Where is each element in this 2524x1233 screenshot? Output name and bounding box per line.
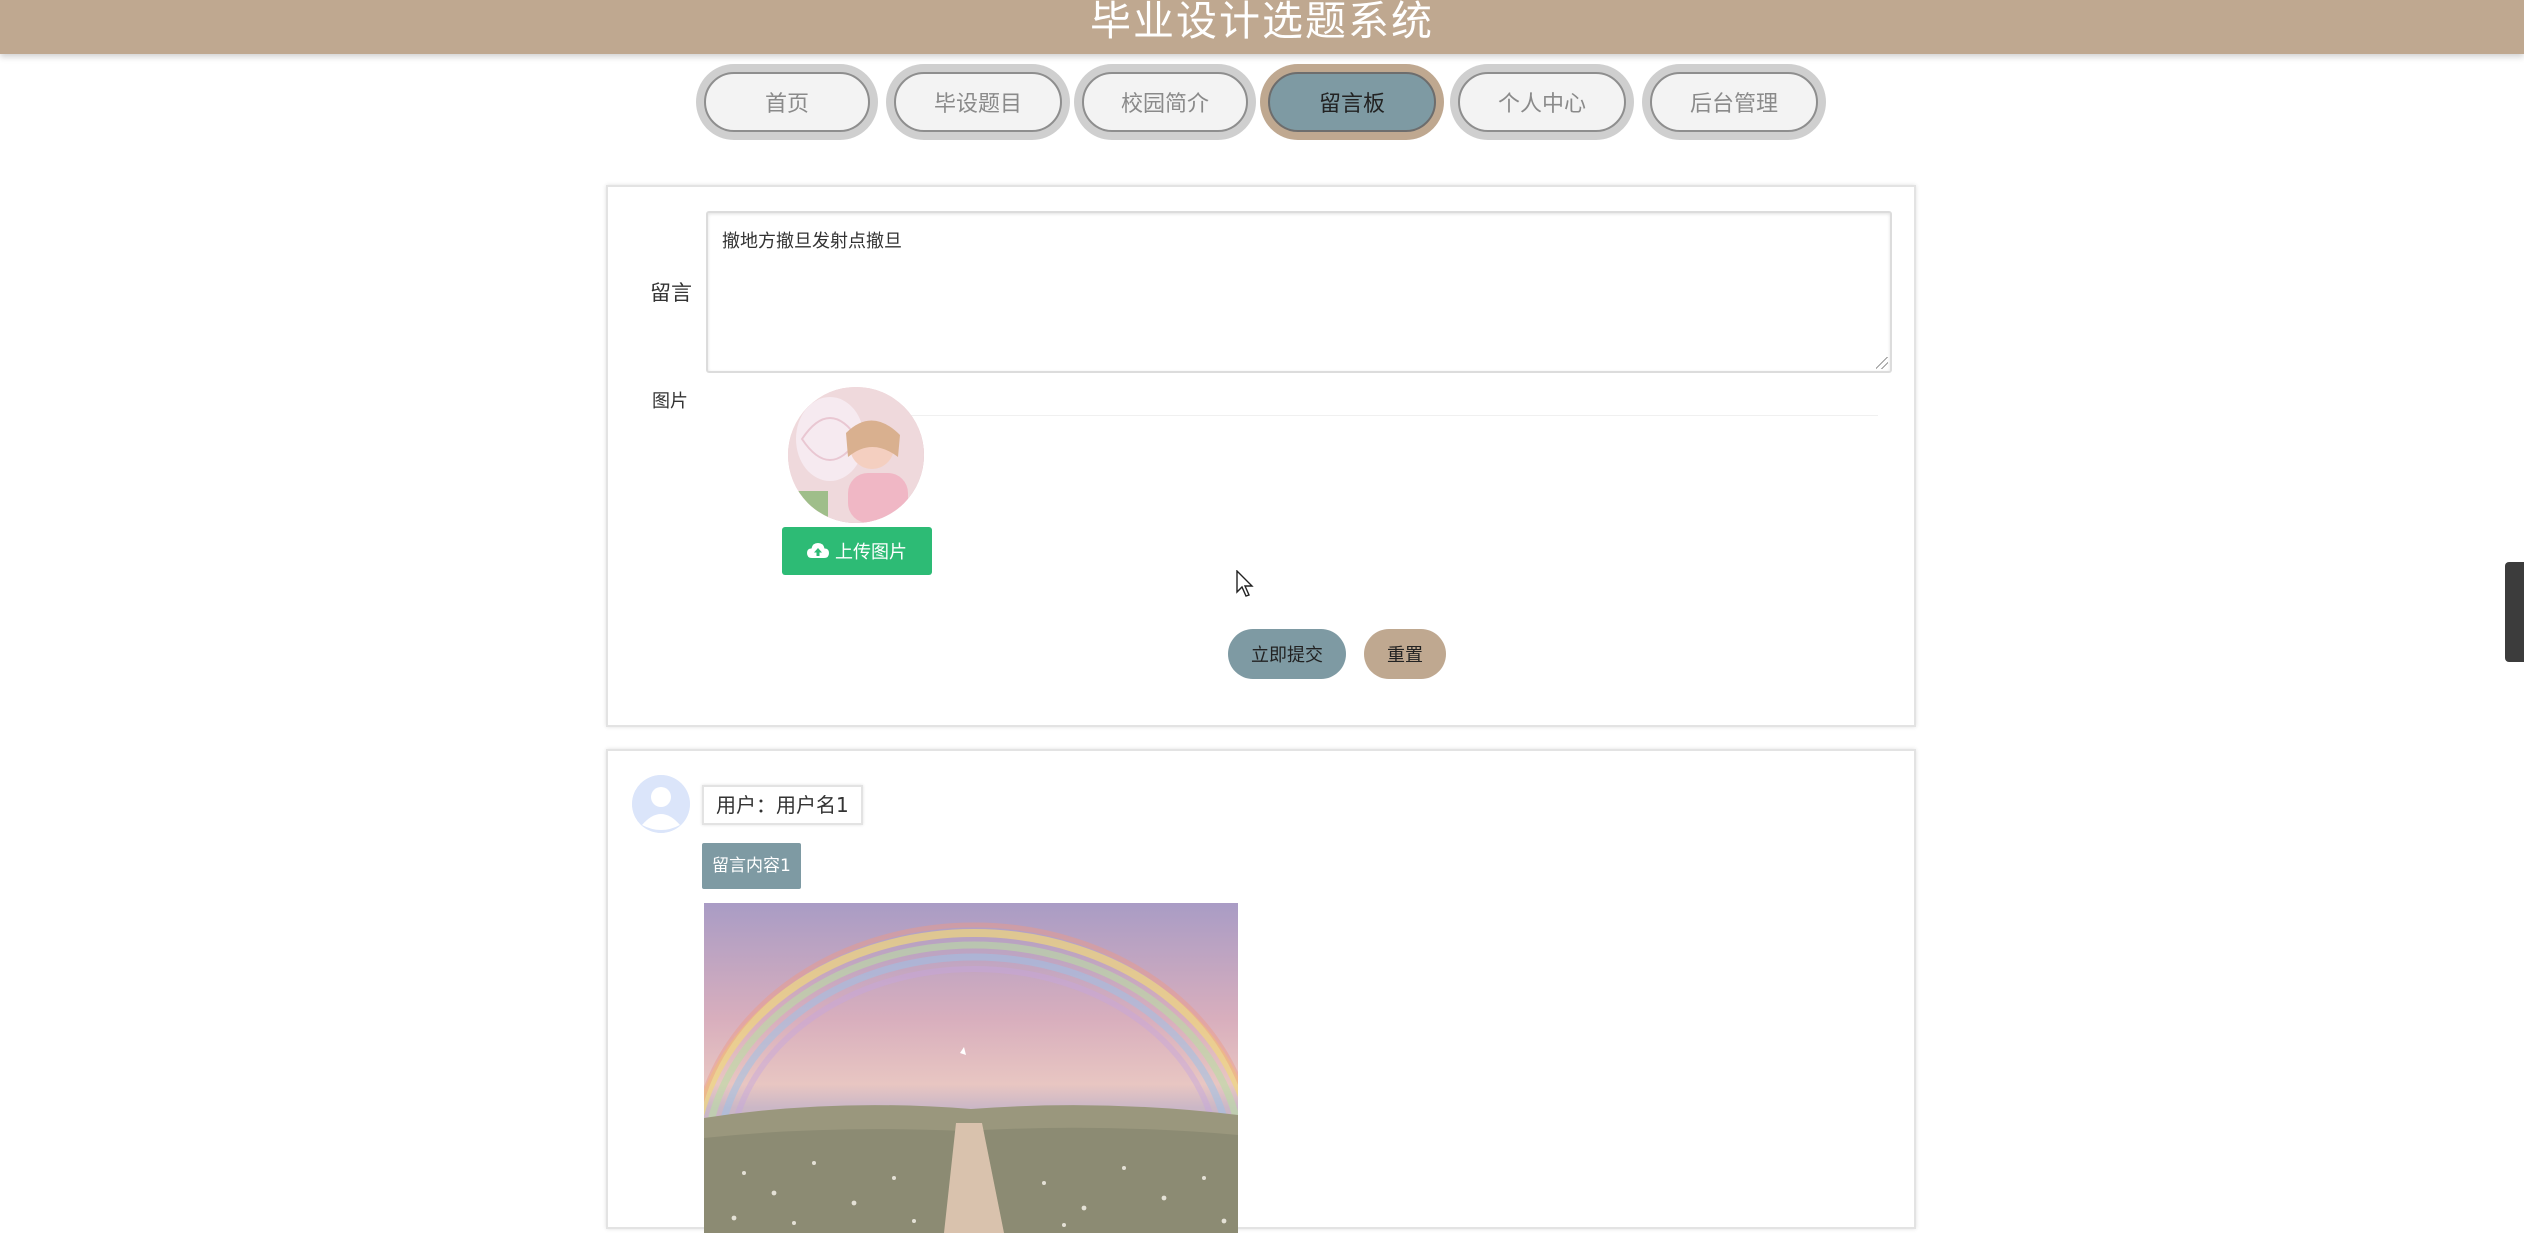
- upload-image-button[interactable]: 上传图片: [782, 527, 932, 575]
- message-textarea[interactable]: 撤地方撤旦发射点撤旦: [706, 211, 1892, 373]
- nav-item-admin[interactable]: 后台管理: [1642, 64, 1826, 140]
- rainbow-field-graphic: [704, 903, 1238, 1233]
- message-text: 撤地方撤旦发射点撤旦: [722, 231, 902, 252]
- mouse-cursor-icon: [1236, 570, 1254, 597]
- nav-item-personal-center[interactable]: 个人中心: [1450, 64, 1634, 140]
- message-list-item: 用户：用户名1 留言内容1: [606, 749, 1916, 1233]
- message-image: [704, 903, 1238, 1233]
- nav-item-message-board[interactable]: 留言板: [1260, 64, 1444, 140]
- divider: [878, 415, 1878, 416]
- nav-item-label: 后台管理: [1650, 72, 1818, 132]
- site-header: 毕业设计选题系统: [0, 0, 2524, 54]
- main-nav: 首页 毕设题目 校园简介 留言板 个人中心 后台管理: [0, 64, 2524, 140]
- site-title: 毕业设计选题系统: [1090, 0, 1434, 45]
- nav-item-label: 首页: [704, 72, 870, 132]
- upload-image-label: 上传图片: [835, 542, 907, 563]
- uploaded-image-preview: [788, 387, 924, 523]
- message-form: 留言 撤地方撤旦发射点撤旦 图片 上传图片 立即提交 重置: [606, 185, 1916, 727]
- reset-button[interactable]: 重置: [1364, 629, 1446, 679]
- resize-handle[interactable]: [1876, 357, 1888, 369]
- user-avatar-icon: [632, 775, 690, 833]
- nav-item-label: 校园简介: [1082, 72, 1248, 132]
- avatar: [632, 775, 690, 833]
- nav-item-label: 毕设题目: [894, 72, 1062, 132]
- cloud-upload-icon: [807, 543, 829, 558]
- message-username: 用户：用户名1: [702, 785, 863, 825]
- submit-button[interactable]: 立即提交: [1228, 629, 1346, 679]
- nav-item-label: 留言板: [1268, 72, 1436, 132]
- message-content: 留言内容1: [702, 843, 801, 889]
- nav-item-topics[interactable]: 毕设题目: [886, 64, 1070, 140]
- image-preview-graphic: [788, 387, 924, 523]
- nav-item-label: 个人中心: [1458, 72, 1626, 132]
- side-panel-toggle[interactable]: [2505, 562, 2524, 662]
- nav-item-campus-intro[interactable]: 校园简介: [1074, 64, 1256, 140]
- nav-item-home[interactable]: 首页: [696, 64, 878, 140]
- message-label: 留言: [650, 281, 692, 305]
- image-label: 图片: [652, 391, 688, 412]
